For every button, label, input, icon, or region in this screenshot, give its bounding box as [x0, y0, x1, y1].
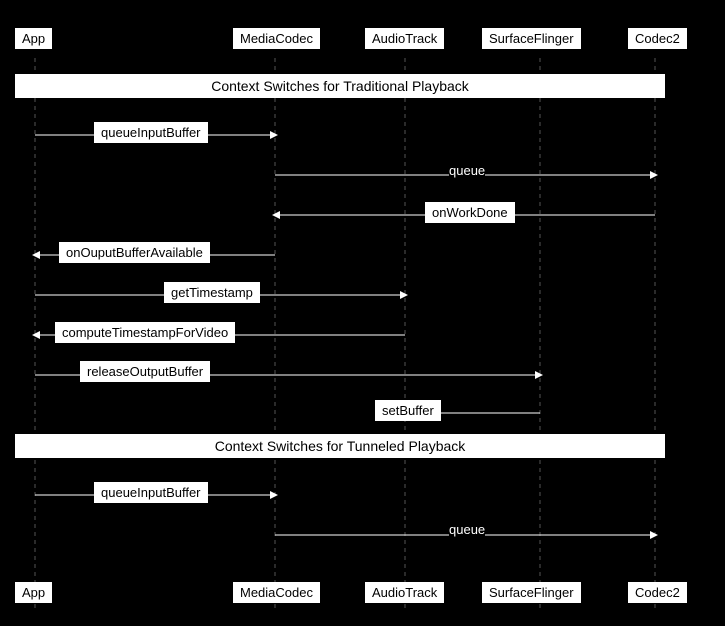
call-queueinputbuffer-1: queueInputBuffer — [94, 122, 208, 143]
actor-codec2-bot: Codec2 — [628, 582, 687, 603]
call-gettimestamp: getTimestamp — [164, 282, 260, 303]
call-queue-1: queue — [449, 163, 485, 178]
actor-surfaceflinger-top: SurfaceFlinger — [482, 28, 581, 49]
actor-audiotrack-bot: AudioTrack — [365, 582, 444, 603]
actor-audiotrack-top: AudioTrack — [365, 28, 444, 49]
actor-mediacodec-bot: MediaCodec — [233, 582, 320, 603]
call-onouputbufferavailable: onOuputBufferAvailable — [59, 242, 210, 263]
actor-codec2-top: Codec2 — [628, 28, 687, 49]
section-traditional: Context Switches for Traditional Playbac… — [15, 74, 665, 98]
actor-app-bot: App — [15, 582, 52, 603]
call-computetimestampforvideo: computeTimestampForVideo — [55, 322, 235, 343]
section-tunneled: Context Switches for Tunneled Playback — [15, 434, 665, 458]
call-queueinputbuffer-2: queueInputBuffer — [94, 482, 208, 503]
diagram: App MediaCodec AudioTrack SurfaceFlinger… — [0, 0, 725, 626]
actor-surfaceflinger-bot: SurfaceFlinger — [482, 582, 581, 603]
actor-mediacodec-top: MediaCodec — [233, 28, 320, 49]
call-onworkdone: onWorkDone — [425, 202, 515, 223]
actor-app-top: App — [15, 28, 52, 49]
call-releaseoutputbuffer: releaseOutputBuffer — [80, 361, 210, 382]
call-setbuffer: setBuffer — [375, 400, 441, 421]
call-queue-2: queue — [449, 522, 485, 537]
